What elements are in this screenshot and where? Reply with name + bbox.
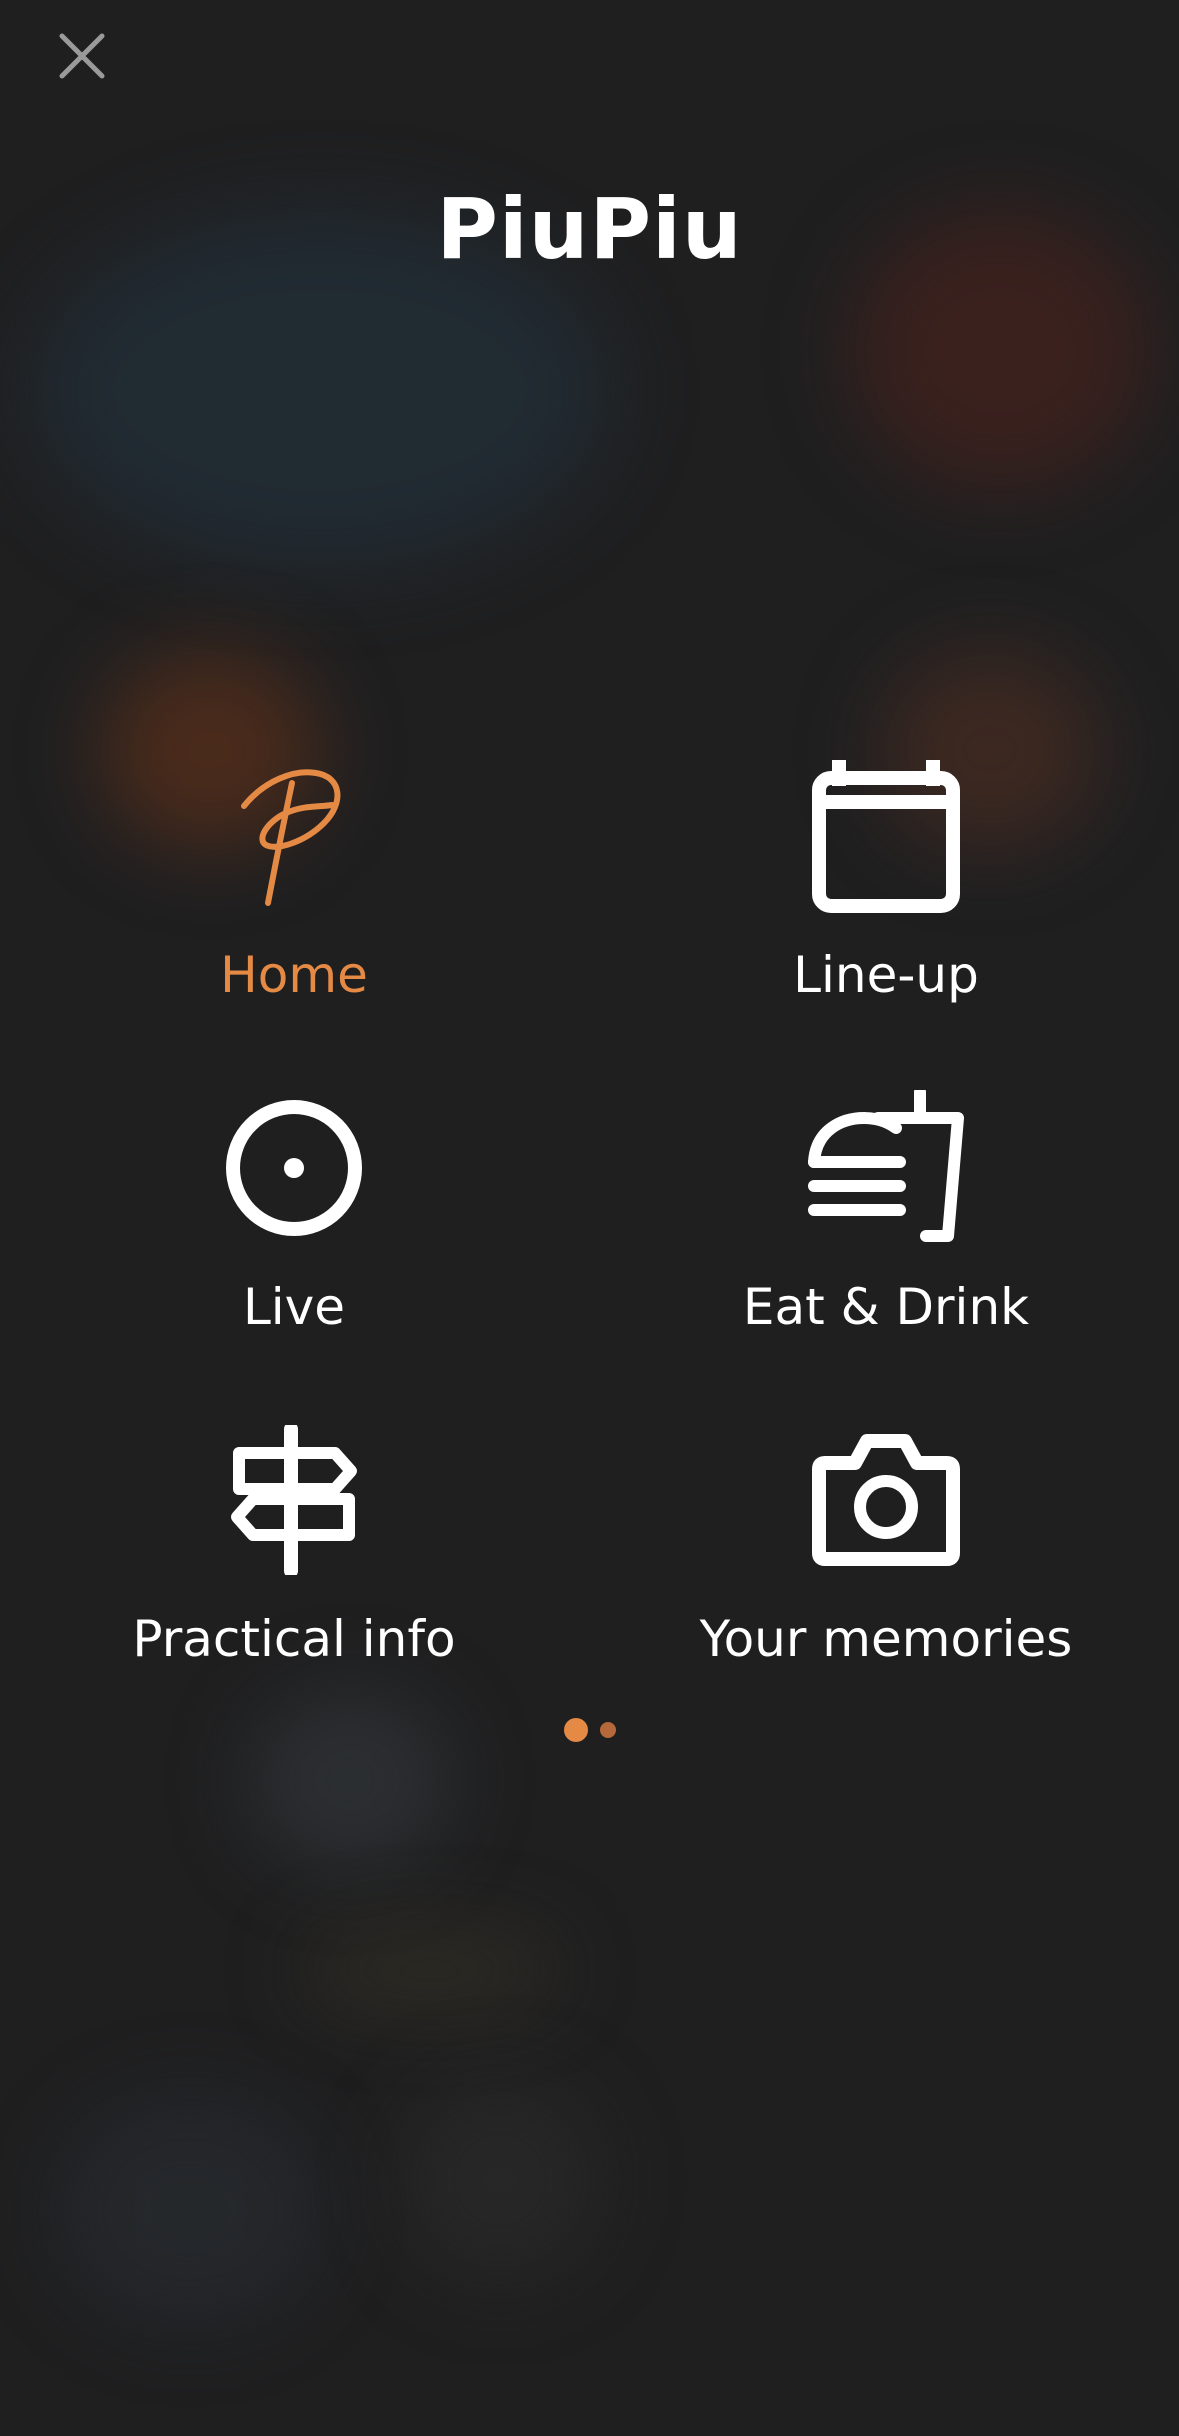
- menu-label-eat-drink: Eat & Drink: [742, 1278, 1030, 1336]
- background-blur: [300, 1930, 560, 2010]
- menu-item-practical-info[interactable]: Practical info: [34, 1420, 554, 1720]
- menu-item-eat-drink[interactable]: Eat & Drink: [626, 1088, 1146, 1388]
- menu-label-live: Live: [242, 1278, 346, 1336]
- menu-label-home: Home: [220, 946, 368, 1004]
- menu-item-live[interactable]: Live: [34, 1088, 554, 1388]
- menu-screen: PiuPiu Home Line-up Live Eat & Drink Pra…: [0, 0, 1179, 2436]
- menu-item-line-up[interactable]: Line-up: [626, 756, 1146, 1056]
- page-dot-1[interactable]: [563, 1718, 588, 1742]
- background-blur: [400, 2080, 600, 2280]
- close-icon: [59, 33, 105, 79]
- menu-item-your-memories[interactable]: Your memories: [626, 1420, 1146, 1720]
- menu-label-practical-info: Practical info: [132, 1610, 456, 1668]
- menu-label-line-up: Line-up: [793, 946, 979, 1004]
- piupiu-logo-icon: [214, 756, 374, 916]
- signpost-icon: [214, 1420, 374, 1580]
- burger-drink-icon: [806, 1088, 966, 1248]
- menu-label-your-memories: Your memories: [699, 1610, 1073, 1668]
- close-button[interactable]: [40, 14, 124, 98]
- calendar-icon: [806, 756, 966, 916]
- page-dot-2[interactable]: [599, 1722, 616, 1738]
- app-title: PiuPiu: [436, 180, 743, 278]
- page-indicator: [0, 1718, 1179, 1742]
- camera-icon: [806, 1420, 966, 1580]
- live-record-icon: [214, 1088, 374, 1248]
- menu-item-home[interactable]: Home: [34, 756, 554, 1056]
- background-blur: [60, 2100, 320, 2320]
